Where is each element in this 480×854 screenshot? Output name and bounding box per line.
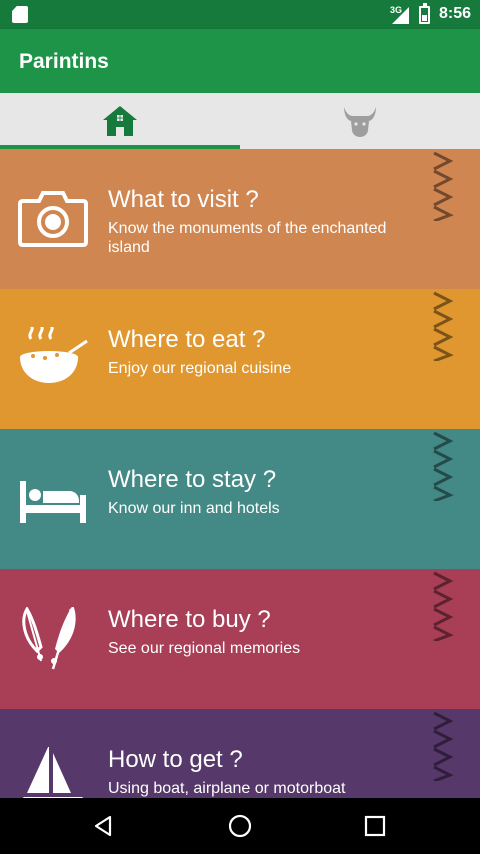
home-circle-icon[interactable] [228,814,252,838]
card-subtitle: See our regional memories [108,640,301,657]
zigzag-pattern-icon [433,431,454,501]
card-where-to-buy[interactable]: Where to buy ? See our regional memories [0,569,480,709]
zigzag-pattern-icon [433,571,454,641]
app-title: Parintins [19,50,109,73]
card-title: How to get ? [108,746,243,773]
card-subtitle: Using boat, airplane or motorboat [108,780,346,797]
bed-icon [20,481,86,523]
recents-icon[interactable] [363,814,387,838]
card-subtitle: Enjoy our regional cuisine [108,360,292,377]
card-subtitle: Know the monuments of the enchanted isla… [108,220,387,256]
status-bar: 3G 8:56 [0,0,480,29]
camera-icon [18,191,88,247]
card-how-to-get[interactable]: How to get ? Using boat, airplane or mot… [0,709,480,798]
card-subtitle: Know our inn and hotels [108,500,280,517]
card-what-to-visit[interactable]: What to visit ? Know the monuments of th… [0,149,480,289]
zigzag-pattern-icon [433,711,454,781]
zigzag-pattern-icon [433,151,454,221]
app-bar: Parintins [0,29,480,93]
tab-boi[interactable] [240,93,480,149]
card-title: Where to eat ? [108,326,266,353]
card-where-to-stay[interactable]: Where to stay ? Know our inn and hotels [0,429,480,569]
card-title: Where to buy ? [108,606,271,633]
soup-bowl-icon [20,327,88,383]
zigzag-pattern-icon [433,291,454,361]
battery-icon [419,3,430,24]
card-where-to-eat[interactable]: Where to eat ? Enjoy our regional cuisin… [0,289,480,429]
feathers-icon [22,607,76,670]
card-title: What to visit ? [108,186,259,213]
tab-bar [0,93,480,149]
tab-home[interactable] [0,93,240,149]
signal-icon [392,7,409,24]
sailboat-icon [23,747,83,798]
status-clock: 8:56 [439,5,472,22]
category-list[interactable]: What to visit ? Know the monuments of th… [0,149,480,798]
card-title: Where to stay ? [108,466,277,493]
sd-card-icon [12,6,28,23]
back-icon[interactable] [92,814,116,838]
system-nav-bar [0,798,480,854]
home-icon [103,106,137,136]
boi-bull-icon [344,107,376,137]
